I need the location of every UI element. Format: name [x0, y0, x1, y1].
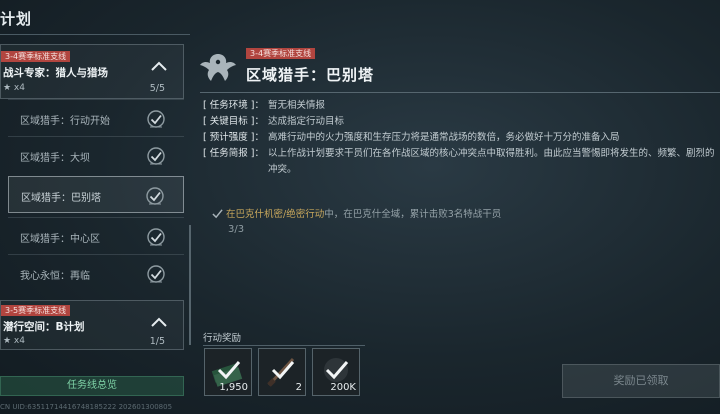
- info-value: 以上作战计划要求干员们在各作战区域的核心冲突点中取得胜利。由此应当警惕即将发生的…: [267, 148, 715, 175]
- task-item-3[interactable]: 区域猎手：巴别塔: [8, 176, 184, 213]
- info-value: 高难行动中的火力强度和生存压力将是通常战场的数倍，务必做好十万分的准备入局: [267, 132, 620, 143]
- season-tag: 3-5赛季标准支线: [1, 305, 71, 316]
- claimed-check-icon: [271, 361, 295, 380]
- task-label: 我心永恒：再临: [20, 271, 90, 282]
- reward-item-3[interactable]: 200K: [312, 348, 360, 396]
- mission-line-group-1[interactable]: 3-4赛季标准支线 战斗专家：猎人与猎场 ★ x4 5/5: [0, 44, 184, 99]
- completed-check-icon: [147, 228, 165, 246]
- completed-check-icon: [147, 265, 165, 283]
- task-label: 区域猎手：中心区: [20, 234, 100, 245]
- completed-check-icon: [147, 147, 165, 165]
- star-count: ★ x4: [3, 336, 25, 346]
- task-label: 区域猎手：行动开始: [20, 116, 110, 127]
- season-tag: 3-4赛季标准支线: [246, 48, 316, 59]
- info-key: [ 任务简报 ]：: [203, 148, 264, 159]
- task-label: 区域猎手：巴别塔: [21, 193, 101, 204]
- group-progress: 1/5: [149, 336, 165, 347]
- task-item-2[interactable]: 区域猎手：大坝: [8, 136, 184, 173]
- info-value: 暂无相关情报: [267, 100, 325, 111]
- task-item-4[interactable]: 区域猎手：中心区: [8, 217, 184, 254]
- objective-progress: 3/3: [228, 224, 245, 235]
- season-tag: 3-4赛季标准支线: [1, 51, 71, 62]
- task-item-5[interactable]: 我心永恒：再临: [8, 254, 184, 291]
- reward-amount: 200K: [330, 382, 356, 393]
- group-title: 战斗专家：猎人与猎场: [3, 67, 108, 79]
- title-divider: [200, 92, 720, 93]
- task-label: 区域猎手：大坝: [20, 153, 90, 164]
- mission-plan-screen: 计划 3-4赛季标准支线 战斗专家：猎人与猎场 ★ x4 5/5 区域猎手：行动…: [0, 0, 720, 414]
- reward-item-1[interactable]: 1,950: [204, 348, 252, 396]
- star-count: ★ x4: [3, 83, 25, 93]
- completed-check-icon: [146, 187, 164, 205]
- completed-check-icon: [147, 110, 165, 128]
- reward-label: 行动奖励: [203, 333, 242, 344]
- chevron-up-icon[interactable]: [151, 313, 167, 327]
- claimed-check-icon: [217, 361, 241, 380]
- objective-highlight: 在巴克什机密/绝密行动: [226, 209, 325, 220]
- info-key: [ 预计强度 ]：: [203, 132, 264, 143]
- page-title: 计划: [0, 10, 33, 28]
- group-progress: 5/5: [149, 83, 165, 94]
- objective-line: 在巴克什机密/绝密行动中，在巴克什全域，累计击败3名特战干员: [212, 206, 501, 220]
- info-objective: [ 关键目标 ]： 达成指定行动目标: [203, 114, 718, 130]
- info-key: [ 任务环境 ]：: [203, 100, 264, 111]
- group-title: 潜行空间：B计划: [3, 321, 85, 333]
- info-intensity: [ 预计强度 ]： 高难行动中的火力强度和生存压力将是通常战场的数倍，务必做好十…: [203, 130, 718, 146]
- objective-text: 中，在巴克什全域，累计击败3名特战干员: [324, 209, 502, 220]
- reward-amount: 2: [295, 382, 302, 393]
- mission-overview-button[interactable]: 任务线总览: [0, 376, 184, 396]
- checkmark-icon: [212, 209, 223, 219]
- info-environment: [ 任务环境 ]： 暂无相关情报: [203, 98, 718, 114]
- reward-item-2[interactable]: 2: [258, 348, 306, 396]
- task-item-1[interactable]: 区域猎手：行动开始: [8, 99, 184, 136]
- mission-line-group-2[interactable]: 3-5赛季标准支线 潜行空间：B计划 ★ x4 1/5: [0, 300, 184, 350]
- mission-line-list: 3-4赛季标准支线 战斗专家：猎人与猎场 ★ x4 5/5 区域猎手：行动开始 …: [0, 40, 186, 400]
- reward-amount: 1,950: [219, 382, 248, 393]
- info-briefing: [ 任务简报 ]： 以上作战计划要求干员们在各作战区域的核心冲突点中取得胜利。由…: [203, 146, 718, 178]
- user-uid: CN UID:63511714416748185222 202601300805: [0, 403, 173, 411]
- list-scrollbar[interactable]: [189, 225, 191, 345]
- chevron-up-icon[interactable]: [151, 57, 167, 71]
- header-divider: [0, 34, 190, 35]
- mission-info: [ 任务环境 ]： 暂无相关情报 [ 关键目标 ]： 达成指定行动目标 [ 预计…: [203, 98, 718, 178]
- info-key: [ 关键目标 ]：: [203, 116, 264, 127]
- eagle-emblem-icon: [200, 54, 236, 81]
- reward-divider: [203, 345, 365, 346]
- mission-title: 区域猎手：巴别塔: [246, 66, 375, 84]
- info-value: 达成指定行动目标: [267, 116, 344, 127]
- claimed-check-icon: [325, 361, 349, 380]
- reward-claimed-button[interactable]: 奖励已领取: [562, 364, 720, 398]
